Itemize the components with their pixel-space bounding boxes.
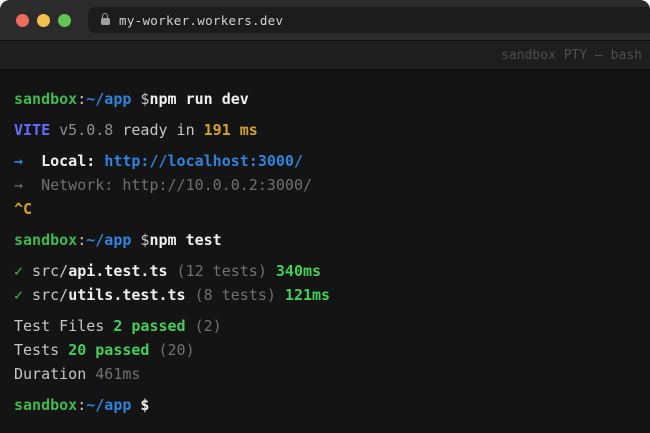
terminal-session-title: sandbox PTY — bash bbox=[501, 48, 642, 63]
test-file-name: api.test.ts bbox=[68, 262, 167, 280]
test-duration: 340ms bbox=[267, 262, 321, 280]
terminal-line: sandbox:~/app $ bbox=[14, 393, 640, 417]
address-bar[interactable]: my-worker.workers.dev bbox=[88, 7, 650, 33]
terminal-line: VITE v5.0.8 ready in 191 ms bbox=[14, 118, 640, 142]
test-file-name: utils.test.ts bbox=[68, 286, 185, 304]
close-window-button[interactable] bbox=[16, 14, 29, 27]
summary-passed: 2 passed bbox=[113, 317, 185, 335]
terminal-screen[interactable]: sandbox:~/app $npm run devVITE v5.0.8 re… bbox=[0, 70, 650, 433]
terminal-text-segment: : bbox=[77, 231, 86, 249]
network-url: → Network: http://10.0.0.2:3000/ bbox=[14, 176, 312, 194]
minimize-window-button[interactable] bbox=[37, 14, 50, 27]
terminal-text-segment: src/ bbox=[23, 262, 68, 280]
test-duration: 121ms bbox=[276, 286, 330, 304]
vite-label: VITE bbox=[14, 121, 50, 139]
interrupt-signal: ^C bbox=[14, 200, 32, 218]
address-bar-url[interactable]: my-worker.workers.dev bbox=[119, 13, 283, 28]
prompt-host: sandbox bbox=[14, 396, 77, 414]
prompt-path: ~/app bbox=[86, 231, 131, 249]
startup-time: 191 ms bbox=[195, 121, 258, 139]
test-count: (12 tests) bbox=[168, 262, 267, 280]
prompt-host: sandbox bbox=[14, 231, 77, 249]
terminal-line: Tests 20 passed (20) bbox=[14, 338, 640, 362]
terminal-line: sandbox:~/app $npm run dev bbox=[14, 87, 640, 111]
summary-label: Duration bbox=[14, 365, 95, 383]
check-icon: ✓ bbox=[14, 262, 23, 280]
window-titlebar: my-worker.workers.dev bbox=[0, 0, 650, 41]
terminal-line: → Local: http://localhost:3000/ bbox=[14, 149, 640, 173]
prompt-path: ~/app bbox=[86, 396, 131, 414]
vite-version: v5.0.8 bbox=[50, 121, 113, 139]
summary-duration: 461ms bbox=[95, 365, 140, 383]
zoom-window-button[interactable] bbox=[58, 14, 71, 27]
terminal-text-segment: : bbox=[77, 396, 86, 414]
terminal-text-segment bbox=[95, 152, 104, 170]
summary-label: Test Files bbox=[14, 317, 113, 335]
summary-total: (2) bbox=[186, 317, 222, 335]
prompt-symbol: $ bbox=[131, 90, 149, 108]
local-label: Local: bbox=[41, 152, 95, 170]
arrow-right-icon: → bbox=[14, 152, 41, 170]
terminal-line: ✓ src/utils.test.ts (8 tests) 121ms bbox=[14, 283, 640, 307]
terminal-line: ✓ src/api.test.ts (12 tests) 340ms bbox=[14, 259, 640, 283]
terminal-statusbar: sandbox PTY — bash bbox=[0, 41, 650, 70]
summary-label: Tests bbox=[14, 341, 68, 359]
prompt-symbol: $ bbox=[131, 396, 149, 414]
check-icon: ✓ bbox=[14, 286, 23, 304]
traffic-lights bbox=[16, 14, 71, 27]
terminal-line: Test Files 2 passed (2) bbox=[14, 314, 640, 338]
prompt-path: ~/app bbox=[86, 90, 131, 108]
lock-icon bbox=[101, 18, 110, 25]
terminal-line: ^C bbox=[14, 197, 640, 221]
prompt-host: sandbox bbox=[14, 90, 77, 108]
browser-window: my-worker.workers.dev sandbox PTY — bash… bbox=[0, 0, 650, 433]
terminal-line: → Network: http://10.0.0.2:3000/ bbox=[14, 173, 640, 197]
summary-total: (20) bbox=[149, 341, 194, 359]
terminal-line: Duration 461ms bbox=[14, 362, 640, 386]
command-text: npm test bbox=[149, 231, 221, 249]
terminal-text-segment: : bbox=[77, 90, 86, 108]
command-text: npm run dev bbox=[149, 90, 248, 108]
test-count: (8 tests) bbox=[186, 286, 276, 304]
prompt-symbol: $ bbox=[131, 231, 149, 249]
terminal-line: sandbox:~/app $npm test bbox=[14, 228, 640, 252]
terminal-text-segment: src/ bbox=[23, 286, 68, 304]
terminal-text-segment: ready in bbox=[113, 121, 194, 139]
summary-passed: 20 passed bbox=[68, 341, 149, 359]
localhost-link[interactable]: http://localhost:3000/ bbox=[104, 152, 303, 170]
